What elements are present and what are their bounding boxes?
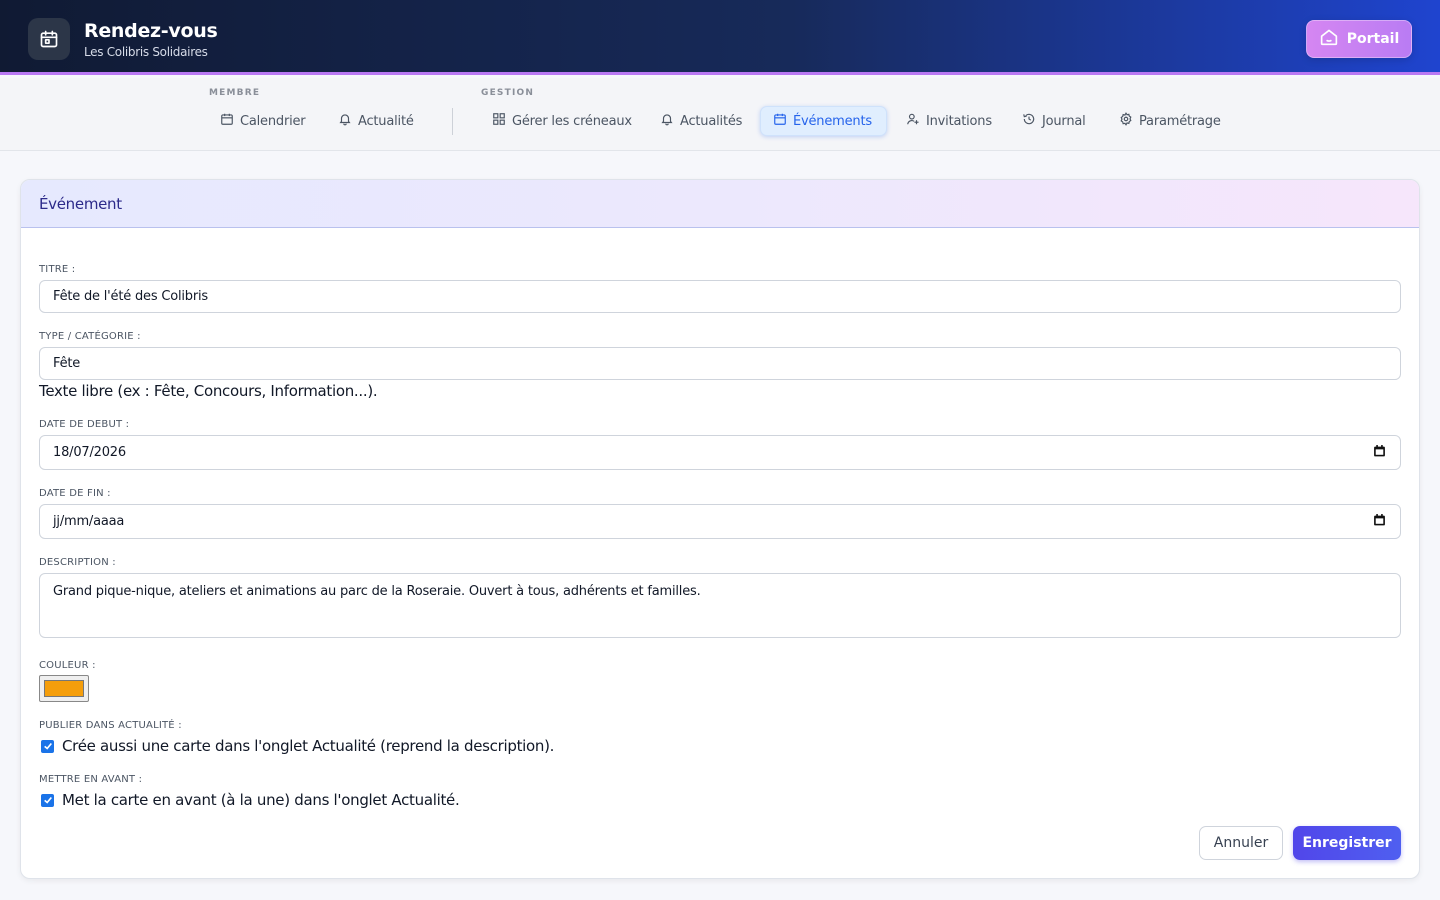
title-label: TITRE :	[39, 264, 76, 275]
start-date-value: 18/07/2026	[53, 445, 126, 460]
nav-label: Calendrier	[240, 113, 306, 129]
nav-item-parametrage[interactable]: Paramétrage	[1107, 106, 1233, 136]
feature-checkbox[interactable]	[41, 793, 54, 807]
nav-label: Actualités	[680, 113, 743, 129]
save-button[interactable]: Enregistrer	[1293, 826, 1401, 860]
grid-icon	[492, 112, 506, 130]
type-help-text: Texte libre (ex : Fête, Concours, Inform…	[39, 382, 378, 400]
calendar-picker-icon[interactable]	[1373, 513, 1386, 530]
nav-item-invitations[interactable]: Invitations	[894, 106, 1004, 136]
publish-checkbox[interactable]	[41, 739, 54, 753]
type-value: Fête	[53, 356, 81, 371]
calendar-icon	[773, 112, 787, 130]
home-icon	[1319, 28, 1339, 50]
description-value: Grand pique-nique, ateliers et animation…	[53, 584, 701, 599]
nav-label: Paramétrage	[1139, 113, 1221, 129]
nav-item-journal[interactable]: Journal	[1010, 106, 1098, 136]
nav-label: Journal	[1042, 113, 1086, 129]
publish-option: Crée aussi une carte dans l'onglet Actua…	[41, 737, 554, 755]
bell-icon	[338, 112, 352, 130]
bell-icon	[660, 112, 674, 130]
app-header: Rendez-vous Les Colibris Solidaires Port…	[0, 0, 1440, 75]
description-textarea[interactable]: Grand pique-nique, ateliers et animation…	[39, 573, 1401, 638]
nav-label: Gérer les créneaux	[512, 113, 632, 129]
title-input[interactable]: Fête de l'été des Colibris	[39, 280, 1401, 313]
feature-option: Met la carte en avant (à la une) dans l'…	[41, 791, 460, 809]
title-value: Fête de l'été des Colibris	[53, 289, 208, 304]
color-swatch-fill	[44, 680, 84, 697]
publish-label: PUBLIER DANS ACTUALITÉ :	[39, 720, 182, 731]
nav-item-gerer-creneaux[interactable]: Gérer les créneaux	[480, 106, 644, 136]
nav-separator	[452, 108, 453, 135]
color-picker[interactable]	[39, 675, 89, 702]
end-date-label: DATE DE FIN :	[39, 488, 111, 499]
gear-icon	[1119, 112, 1133, 130]
nav-item-evenements[interactable]: Événements	[760, 106, 887, 136]
feature-text: Met la carte en avant (à la une) dans l'…	[62, 791, 460, 809]
nav-item-actualite[interactable]: Actualité	[326, 106, 426, 136]
nav-group-membre: MEMBRE	[209, 88, 261, 98]
nav-group-gestion: GESTION	[481, 88, 535, 98]
card-header: Événement	[21, 180, 1419, 228]
calendar-icon	[28, 18, 70, 60]
publish-text: Crée aussi une carte dans l'onglet Actua…	[62, 737, 555, 755]
calendar-icon	[220, 112, 234, 130]
nav-label: Actualité	[358, 113, 414, 129]
calendar-picker-icon[interactable]	[1373, 444, 1386, 461]
description-label: DESCRIPTION :	[39, 557, 116, 568]
nav-label: Événements	[793, 113, 872, 129]
feature-label: METTRE EN AVANT :	[39, 774, 143, 785]
start-date-label: DATE DE DEBUT :	[39, 419, 130, 430]
nav-item-calendrier[interactable]: Calendrier	[208, 106, 317, 136]
type-label: TYPE / CATÉGORIE :	[39, 331, 141, 342]
event-form-card: Événement TITRE : Fête de l'été des Coli…	[20, 179, 1420, 879]
portal-button[interactable]: Portail	[1306, 20, 1412, 58]
start-date-input[interactable]: 18/07/2026	[39, 435, 1401, 470]
cancel-button[interactable]: Annuler	[1199, 826, 1283, 860]
nav-item-actualites[interactable]: Actualités	[648, 106, 754, 136]
main-nav: MEMBRE GESTION Calendrier Actualité Gére…	[0, 78, 1440, 151]
nav-label: Invitations	[926, 113, 992, 129]
app-title: Rendez-vous	[84, 20, 218, 42]
history-icon	[1022, 112, 1036, 130]
card-title: Événement	[39, 195, 122, 213]
end-date-placeholder: jj/mm/aaaa	[53, 514, 125, 529]
color-label: COULEUR :	[39, 660, 96, 671]
portal-label: Portail	[1346, 31, 1400, 47]
user-plus-icon	[906, 112, 920, 130]
app-subtitle: Les Colibris Solidaires	[84, 45, 208, 59]
type-input[interactable]: Fête	[39, 347, 1401, 380]
end-date-input[interactable]: jj/mm/aaaa	[39, 504, 1401, 539]
